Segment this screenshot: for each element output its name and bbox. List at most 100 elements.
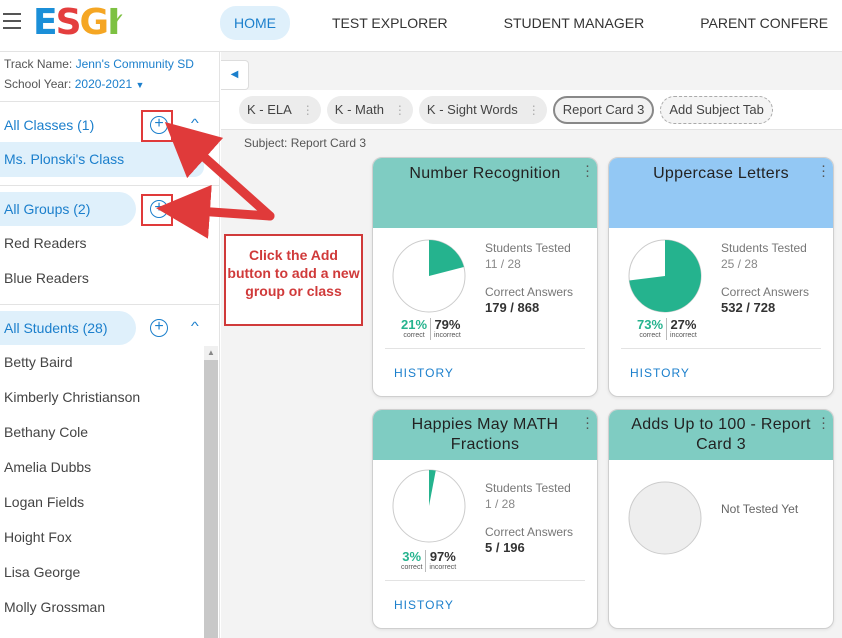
scroll-thumb[interactable] bbox=[204, 360, 218, 638]
more-vert-icon[interactable]: ⋮ bbox=[302, 96, 314, 124]
correct-label: correct bbox=[639, 332, 661, 339]
correct-answers-value: 179 / 868 bbox=[485, 300, 540, 315]
track-label: Track Name: bbox=[4, 57, 73, 71]
nav-home[interactable]: HOME bbox=[220, 6, 290, 40]
student-item[interactable]: Molly Grossman bbox=[0, 590, 220, 625]
edit-pencil-icon[interactable]: ✎ bbox=[190, 152, 202, 169]
student-item[interactable]: Amelia Dubbs bbox=[0, 450, 220, 485]
collapse-sidebar-icon[interactable]: ◀ bbox=[221, 60, 249, 90]
student-item[interactable]: Kimberly Christianson bbox=[0, 380, 220, 415]
more-vert-icon[interactable]: · · · bbox=[821, 158, 826, 183]
class-item[interactable]: Ms. Plonski's Class bbox=[0, 142, 204, 177]
school-year-select[interactable]: 2020-2021 bbox=[75, 77, 132, 91]
all-students-toggle[interactable]: All Students (28) bbox=[0, 311, 136, 345]
more-vert-icon[interactable]: · · · bbox=[585, 410, 590, 435]
tab-k-ela[interactable]: K - ELA ⋮ bbox=[239, 95, 321, 124]
add-student-plus-icon[interactable]: + bbox=[150, 319, 168, 337]
incorrect-label: incorrect bbox=[429, 564, 457, 571]
scroll-up-arrow-icon[interactable]: ▲ bbox=[207, 348, 215, 357]
more-vert-icon[interactable]: ⋮ bbox=[394, 96, 406, 124]
student-item[interactable]: Bethany Cole bbox=[0, 415, 220, 450]
history-button[interactable]: HISTORY bbox=[630, 366, 690, 380]
card-header: Uppercase Letters · · · bbox=[609, 158, 833, 228]
subject-value: Report Card 3 bbox=[290, 136, 367, 150]
students-tested-value: 25 / 28 bbox=[721, 257, 758, 271]
history-button[interactable]: HISTORY bbox=[394, 366, 454, 380]
chevron-up-icon[interactable]: ^ bbox=[191, 319, 199, 333]
track-info: Track Name: Jenn's Community SD School Y… bbox=[0, 52, 219, 95]
incorrect-percent: 79% bbox=[434, 317, 461, 332]
tab-k-math[interactable]: K - Math ⋮ bbox=[326, 95, 413, 124]
student-item[interactable]: Logan Fields bbox=[0, 485, 220, 520]
correct-answers-label: Correct Answers bbox=[485, 525, 574, 539]
divider bbox=[621, 348, 821, 349]
classes-section: All Classes (1) + ^ Ms. Plonski's Class bbox=[0, 108, 220, 177]
tab-label: K - Math bbox=[334, 101, 384, 117]
nav-test-explorer[interactable]: TEST EXPLORER bbox=[318, 6, 462, 40]
group-item[interactable]: Red Readers bbox=[0, 226, 220, 261]
more-vert-icon[interactable]: · · · bbox=[585, 158, 590, 183]
pie-chart bbox=[628, 239, 702, 313]
tab-label: K - ELA bbox=[247, 101, 292, 117]
correct-percent: 73% bbox=[637, 317, 664, 332]
divider bbox=[0, 304, 220, 305]
students-tested-value: 1 / 28 bbox=[485, 497, 516, 511]
card-stats: Students Tested 1 / 28 Correct Answers 5… bbox=[485, 480, 573, 556]
all-groups-toggle[interactable]: All Groups (2) bbox=[0, 192, 136, 226]
menu-icon[interactable] bbox=[3, 13, 21, 29]
tab-k-sight-words[interactable]: K - Sight Words ⋮ bbox=[418, 95, 547, 124]
main-nav: HOME TEST EXPLORER STUDENT MANAGER PAREN… bbox=[220, 6, 842, 40]
correct-label: correct bbox=[403, 332, 425, 339]
card-title: Uppercase Letters bbox=[653, 165, 789, 182]
test-card[interactable]: Happies May MATH Fractions · · · Students … bbox=[372, 409, 598, 629]
group-item[interactable]: Blue Readers bbox=[0, 261, 220, 296]
nav-parent-conferencing[interactable]: PARENT CONFERE bbox=[686, 6, 842, 40]
correct-percent: 21% bbox=[401, 317, 428, 332]
nav-student-manager[interactable]: STUDENT MANAGER bbox=[490, 6, 659, 40]
main-content: ◀ K - ELA ⋮ K - Math ⋮ K - Sight Words ⋮ Re… bbox=[221, 52, 842, 638]
students-tested-label: Students Tested bbox=[721, 241, 807, 255]
card-header: Happies May MATH Fractions · · · bbox=[373, 410, 597, 460]
subject-label: Subject: Report Card 3 bbox=[244, 136, 366, 150]
student-item[interactable]: Betty Baird bbox=[0, 345, 220, 380]
history-button[interactable]: HISTORY bbox=[394, 598, 454, 612]
empty-pie-chart bbox=[628, 481, 702, 555]
card-stats: Students Tested 25 / 28 Correct Answers … bbox=[721, 240, 809, 316]
sidebar-scrollbar[interactable]: ▲ bbox=[204, 346, 218, 638]
esgi-logo[interactable]: ESGI ✓ bbox=[33, 3, 126, 43]
incorrect-percent: 97% bbox=[429, 549, 456, 564]
divider bbox=[0, 185, 220, 186]
card-header: Adds Up to 100 - Report Card 3 · · · bbox=[609, 410, 833, 460]
more-vert-icon[interactable]: ⋮ bbox=[528, 96, 540, 124]
caret-down-icon[interactable]: ▼ bbox=[135, 80, 144, 90]
student-item[interactable]: Lisa George bbox=[0, 555, 220, 590]
groups-section: All Groups (2) + Red Readers Blue Reader… bbox=[0, 192, 220, 296]
test-card[interactable]: Adds Up to 100 - Report Card 3 · · · Not T… bbox=[608, 409, 834, 629]
test-card[interactable]: Uppercase Letters · · · Students Tested 25… bbox=[608, 157, 834, 397]
student-item[interactable]: Hoight Fox bbox=[0, 520, 220, 555]
top-bar: ESGI ✓ HOME TEST EXPLORER STUDENT MANAGER… bbox=[0, 0, 842, 52]
test-card[interactable]: Number Recognition · · · Students Tested 1… bbox=[372, 157, 598, 397]
card-title: Happies May MATH Fractions bbox=[411, 416, 559, 453]
pie-chart bbox=[392, 469, 466, 543]
tab-label: K - Sight Words bbox=[426, 101, 518, 117]
all-classes-toggle[interactable]: All Classes (1) bbox=[0, 108, 98, 142]
card-stats: Students Tested 11 / 28 Correct Answers … bbox=[485, 240, 573, 316]
correct-answers-value: 5 / 196 bbox=[485, 540, 525, 555]
subject-prefix: Subject: bbox=[244, 136, 288, 150]
correct-answers-value: 532 / 728 bbox=[721, 300, 776, 315]
not-tested-label: Not Tested Yet bbox=[721, 502, 799, 516]
students-tested-value: 11 / 28 bbox=[485, 257, 521, 271]
correct-answers-label: Correct Answers bbox=[721, 285, 810, 299]
incorrect-label: incorrect bbox=[670, 332, 697, 339]
tab-report-card-3[interactable]: Report Card 3 bbox=[552, 95, 655, 124]
highlight-box bbox=[141, 194, 173, 226]
card-title: Number Recognition bbox=[409, 165, 561, 182]
track-value[interactable]: Jenn's Community SD bbox=[76, 57, 194, 71]
divider bbox=[0, 101, 220, 102]
percent-summary: 73% correct 27% incorrect bbox=[634, 318, 700, 340]
divider bbox=[385, 348, 585, 349]
chevron-up-icon[interactable]: ^ bbox=[191, 116, 199, 130]
more-vert-icon[interactable]: · · · bbox=[821, 410, 826, 435]
add-subject-tab-button[interactable]: Add Subject Tab bbox=[660, 95, 773, 124]
